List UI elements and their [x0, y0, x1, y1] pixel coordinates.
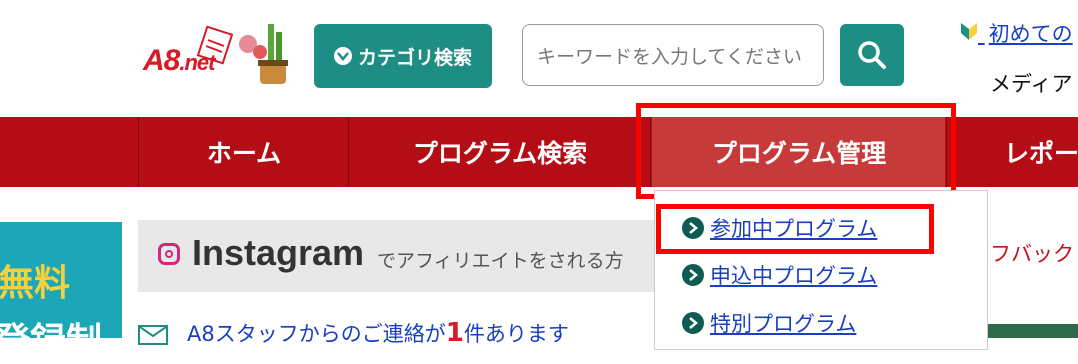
feedback-link-fragment[interactable]: フバック [990, 238, 1074, 268]
dropdown-item-label: 申込中プログラム [710, 264, 878, 288]
first-time-link[interactable]: 初めての [960, 18, 1073, 48]
dropdown-item-label: 特別プログラム [710, 312, 857, 336]
first-time-label: 初めての [988, 22, 1073, 46]
media-link[interactable]: メディア [990, 68, 1073, 98]
nav-item-home[interactable]: ホーム [140, 117, 348, 187]
logo-a8: A8 [143, 44, 180, 77]
nav-divider [138, 117, 139, 187]
dropdown-item-special-programs[interactable]: 特別プログラム [682, 308, 856, 338]
banner-line2: 登録制 [0, 321, 103, 362]
category-search-button[interactable]: カテゴリ検索 [314, 24, 492, 88]
nav-item-label: プログラム検索 [412, 139, 588, 168]
message-prefix: A8スタッフからのご連絡が [187, 322, 446, 346]
logo-net: .net [179, 50, 215, 75]
nav-item-label: レポー [1004, 139, 1078, 168]
staff-message-link[interactable]: A8スタッフからのご連絡が1件あります [187, 318, 569, 348]
keyword-search-input[interactable]: キーワードを入力してください [522, 24, 824, 86]
instagram-icon [158, 243, 180, 265]
beginner-leaf-icon [960, 22, 985, 46]
logo-text: A8.net [143, 44, 215, 78]
side-banner-fragment [988, 324, 1078, 338]
highlight-box-dropdown [656, 204, 934, 254]
highlight-box-nav [636, 103, 956, 199]
chevron-right-icon [682, 312, 704, 334]
instagram-subtitle: でアフィリエイトをされる方 [377, 250, 624, 272]
chevron-right-icon [682, 264, 704, 286]
nav-item-program-search[interactable]: プログラム検索 [350, 117, 650, 187]
banner-line1: 無料 [0, 263, 71, 304]
category-search-label: カテゴリ検索 [357, 46, 472, 69]
search-icon [858, 41, 886, 69]
nav-item-report[interactable]: レポー [1004, 117, 1078, 187]
nav-divider [348, 117, 349, 187]
nav-item-label: ホーム [206, 139, 282, 168]
search-button[interactable] [840, 24, 904, 86]
mail-icon [138, 325, 168, 345]
instagram-title: Instagram [192, 232, 365, 273]
message-suffix: 件あります [463, 322, 569, 346]
chevron-down-icon [333, 47, 352, 65]
search-placeholder: キーワードを入力してください [537, 45, 802, 68]
dropdown-item-applied-programs[interactable]: 申込中プログラム [682, 260, 877, 290]
message-count: 1 [445, 318, 464, 348]
